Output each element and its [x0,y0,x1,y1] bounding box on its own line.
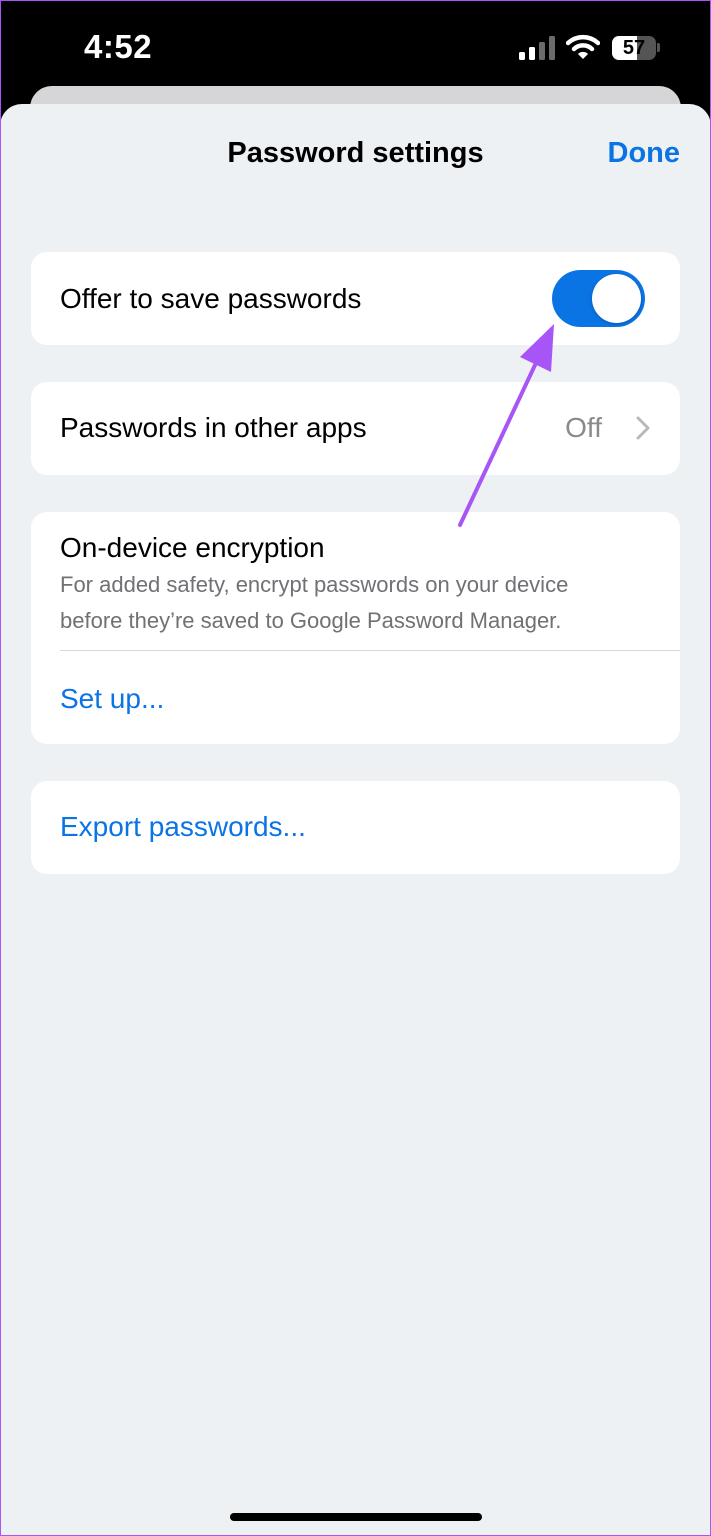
set-up-link[interactable]: Set up... [60,683,164,715]
divider [60,650,680,651]
home-indicator [230,1513,482,1521]
annotation-arrow-icon [458,324,554,527]
export-passwords-link[interactable]: Export passwords... [60,811,306,843]
encryption-description-line2: before they’re saved to Google Password … [60,608,562,633]
export-passwords-row[interactable]: Export passwords... [31,781,680,874]
